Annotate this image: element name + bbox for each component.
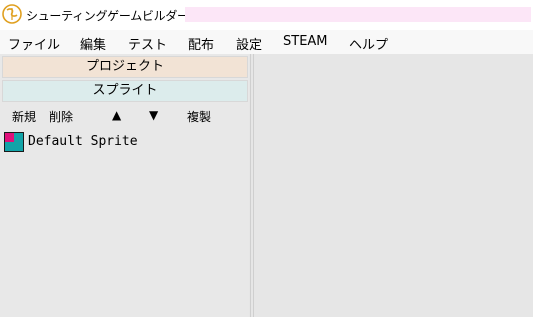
editor-area bbox=[255, 54, 533, 317]
menu-edit[interactable]: 編集 bbox=[80, 34, 106, 53]
move-down-button[interactable]: ▼ bbox=[149, 108, 158, 122]
project-header[interactable]: プロジェクト bbox=[2, 56, 248, 78]
splitter-line bbox=[250, 54, 251, 317]
menu-settings[interactable]: 設定 bbox=[236, 34, 262, 53]
splitter-line bbox=[253, 54, 254, 317]
window-title: シューティングゲームビルダー bbox=[26, 9, 189, 23]
left-panel: プロジェクト スプライト 新規 削除 ▲ ▼ 複製 Default Sprite bbox=[0, 54, 249, 317]
duplicate-button[interactable]: 複製 bbox=[187, 108, 211, 125]
default-sprite-icon bbox=[4, 132, 24, 152]
main-content: プロジェクト スプライト 新規 削除 ▲ ▼ 複製 Default Sprite bbox=[0, 54, 533, 317]
title-bar: シューティングゲームビルダー bbox=[0, 0, 533, 30]
menu-bar: ファイル 編集 テスト 配布 設定 STEAM ヘルプ bbox=[0, 30, 533, 54]
delete-button[interactable]: 削除 bbox=[49, 108, 73, 125]
title-bar-highlight bbox=[185, 7, 531, 22]
menu-file[interactable]: ファイル bbox=[8, 34, 60, 53]
menu-steam[interactable]: STEAM bbox=[283, 34, 328, 49]
move-up-button[interactable]: ▲ bbox=[112, 108, 121, 122]
sprite-header[interactable]: スプライト bbox=[2, 80, 248, 102]
menu-test[interactable]: テスト bbox=[128, 34, 167, 53]
sprite-toolbar: 新規 削除 ▲ ▼ 複製 bbox=[0, 106, 249, 126]
sprite-name: Default Sprite bbox=[28, 134, 138, 149]
menu-help[interactable]: ヘルプ bbox=[349, 34, 388, 53]
menu-distribute[interactable]: 配布 bbox=[188, 34, 214, 53]
new-button[interactable]: 新規 bbox=[12, 108, 36, 125]
app-logo-icon bbox=[2, 4, 22, 24]
